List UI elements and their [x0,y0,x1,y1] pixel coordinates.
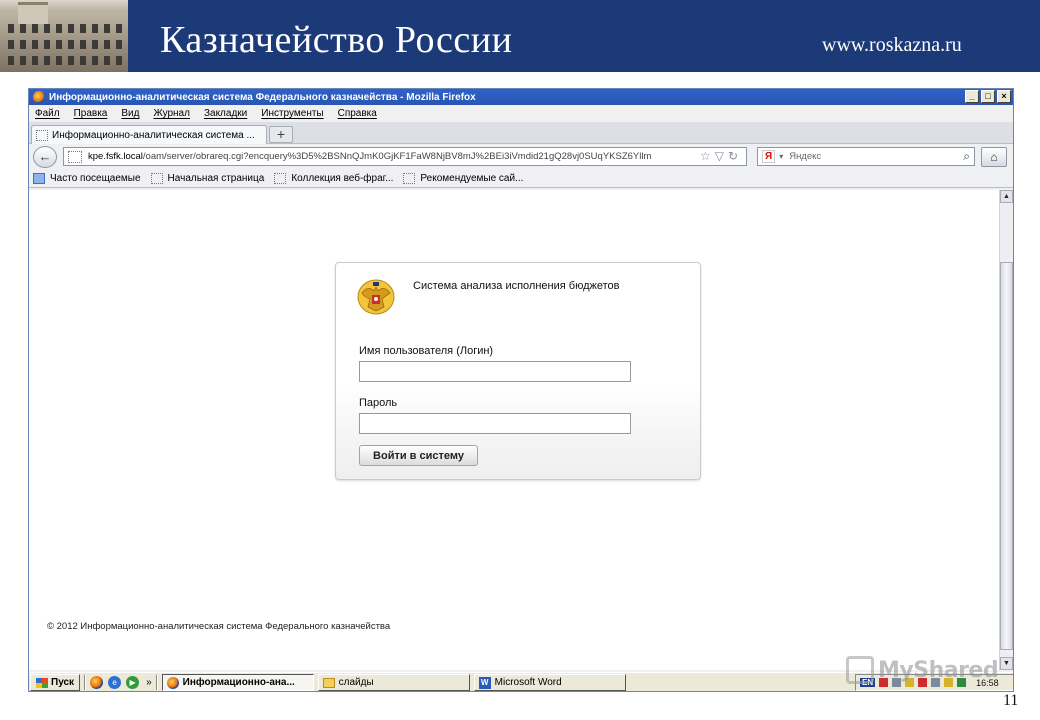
taskbar-item-slides-folder[interactable]: слайды [317,674,470,691]
bookmark-page-icon [274,173,287,184]
tab-label: Информационно-аналитическая система ... [52,129,255,141]
history-dropdown-icon[interactable]: ▽ [715,149,728,163]
system-title: Система анализа исполнения бюджетов [413,280,620,292]
slide-website: www.roskazna.ru [822,34,962,56]
search-engine-dropdown-icon[interactable]: ▾ [779,152,783,161]
login-submit-button[interactable]: Войти в систему [359,445,478,466]
minimize-button[interactable]: _ [965,90,979,103]
scroll-down-icon[interactable]: ▼ [1000,657,1013,670]
quick-launch: e ▶ » [90,676,152,689]
tab-active[interactable]: Информационно-аналитическая система ... [31,125,267,144]
bookmarks-toolbar: Часто посещаемые Начальная страница Колл… [29,170,1013,188]
watermark-logo-icon [846,656,874,684]
back-arrow-icon: ← [38,149,52,164]
vertical-scrollbar[interactable]: ▲ ▼ [999,190,1013,670]
building-photo [0,0,128,72]
home-icon: ⌂ [990,150,998,164]
site-identity-icon [68,150,82,163]
reload-icon[interactable]: ↻ [728,149,742,163]
scroll-up-icon[interactable]: ▲ [1000,190,1013,203]
login-panel: Система анализа исполнения бюджетов Имя … [335,262,701,480]
address-bar[interactable]: kpe.fsfk.local/oam/server/obrareq.cgi?en… [63,147,747,166]
scrollbar-thumb[interactable] [1000,262,1013,650]
start-button[interactable]: Пуск [30,674,81,691]
menu-tools[interactable]: Инструменты [261,108,323,119]
back-button[interactable]: ← [33,146,57,168]
presentation-slide: Казначейство России www.roskazna.ru Инфо… [0,0,1040,720]
slide-page-number: 11 [1003,692,1019,709]
search-placeholder: Яндекс [789,151,822,162]
windows-logo-icon [36,677,48,688]
double-headed-eagle-emblem-icon [357,279,395,315]
bookmark-page-icon [150,173,163,184]
media-player-icon[interactable]: ▶ [126,676,140,689]
menu-bar: Файл Правка Вид Журнал Закладки Инструме… [29,105,1013,122]
home-button[interactable]: ⌂ [981,147,1007,167]
maximize-button[interactable]: □ [981,90,995,103]
password-label: Пароль [359,397,398,409]
internet-explorer-icon[interactable]: e [108,676,122,689]
page-favicon-icon [36,129,48,141]
bookmark-web-slice-gallery[interactable]: Коллекция веб-фраг... [274,173,393,184]
bookmark-page-icon [403,173,416,184]
firefox-icon [166,676,179,689]
menu-bookmarks[interactable]: Закладки [204,108,247,119]
folder-icon [322,677,335,688]
bookmark-suggested-sites[interactable]: Рекомендуемые сай... [403,173,523,184]
menu-history[interactable]: Журнал [153,108,190,119]
window-title: Информационно-аналитическая система Феде… [49,91,476,103]
password-input[interactable] [359,413,631,434]
username-label: Имя пользователя (Логин) [359,345,494,357]
taskbar-item-word[interactable]: W Microsoft Word [473,674,626,691]
search-icon[interactable]: ⌕ [963,149,970,164]
tab-bar: Информационно-аналитическая система ... … [29,122,1013,144]
menu-help[interactable]: Справка [338,108,377,119]
word-icon: W [478,676,491,689]
username-input[interactable] [359,361,631,382]
bookmark-start-page[interactable]: Начальная страница [150,173,264,184]
watermark: MyShared [846,656,999,684]
url-path: /oam/server/obrareq.cgi?encquery%3D5%2BS… [142,151,652,162]
window-titlebar[interactable]: Информационно-аналитическая система Феде… [29,89,1013,105]
firefox-window: Информационно-аналитическая система Феде… [28,88,1014,692]
slide-title: Казначейство России [160,19,513,61]
url-host: kpe.fsfk.local [88,151,143,162]
taskbar-item-firefox[interactable]: Информационно-ана... [161,674,314,691]
close-button[interactable]: × [997,90,1011,103]
search-bar[interactable]: Я ▾ Яндекс ⌕ [757,147,975,166]
menu-file[interactable]: Файл [35,108,60,119]
menu-edit[interactable]: Правка [74,108,108,119]
navigation-toolbar: ← kpe.fsfk.local/oam/server/obrareq.cgi?… [29,144,1013,170]
yandex-engine-icon[interactable]: Я [762,150,776,163]
firefox-icon [33,91,45,103]
bookmark-star-icon[interactable]: ☆ [700,149,715,163]
copyright-text: © 2012 Информационно-аналитическая систе… [47,621,391,632]
bookmark-most-visited[interactable]: Часто посещаемые [33,173,141,184]
quick-launch-more-icon[interactable]: » [146,677,152,688]
new-tab-button[interactable]: + [269,126,293,143]
menu-view[interactable]: Вид [121,108,139,119]
watermark-text: MyShared [878,657,999,683]
most-visited-icon [33,173,45,184]
firefox-launch-icon[interactable] [90,676,104,689]
slide-banner: Казначейство России www.roskazna.ru [0,0,1040,72]
page-content: Система анализа исполнения бюджетов Имя … [29,190,999,670]
